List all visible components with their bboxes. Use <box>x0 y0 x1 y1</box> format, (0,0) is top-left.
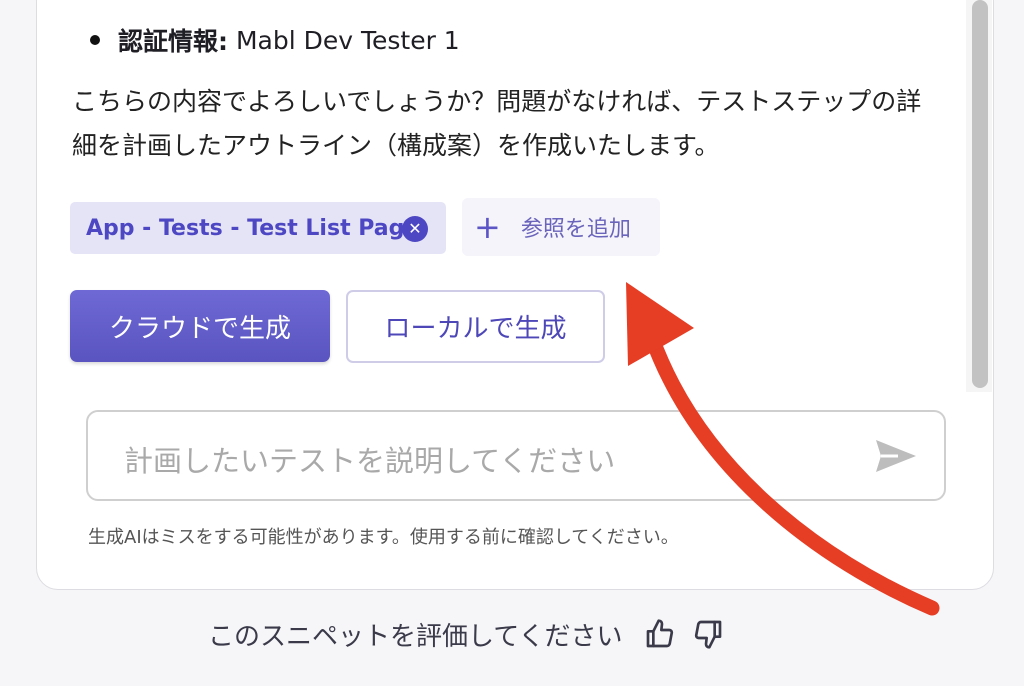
bullet-key: 認証情報: <box>118 27 228 56</box>
add-reference-button[interactable]: + 参照を追加 <box>462 198 660 256</box>
reference-chip[interactable]: App - Tests - Test List Page ✕ <box>70 202 446 254</box>
bullet-dot <box>90 35 100 45</box>
close-circle-icon[interactable]: ✕ <box>402 216 428 242</box>
generate-cloud-button[interactable]: クラウドで生成 <box>70 290 330 362</box>
auth-info-bullet: 認証情報: Mabl Dev Tester 1 <box>90 22 460 58</box>
thumbs-down-icon[interactable] <box>692 618 724 650</box>
thumbs-up-icon[interactable] <box>644 618 676 650</box>
scrollbar-thumb[interactable] <box>972 0 988 388</box>
plus-icon: + <box>474 208 501 246</box>
bullet-value: Mabl Dev Tester 1 <box>228 25 460 55</box>
add-reference-label: 参照を追加 <box>520 217 631 242</box>
rating-label: このスニペットを評価してください <box>208 621 623 652</box>
generate-local-button[interactable]: ローカルで生成 <box>346 290 605 363</box>
send-icon[interactable] <box>874 438 918 478</box>
assistant-message: こちらの内容でよろしいでしょうか？問題がなければ、テストステップの詳細を計画した… <box>72 87 922 160</box>
disclaimer-text: 生成AIはミスをする可能性があります。使用する前に確認してください。 <box>88 527 679 548</box>
rating-row: このスニペットを評価してください <box>208 614 724 654</box>
reference-chip-label: App - Tests - Test List Page <box>86 215 420 241</box>
prompt-placeholder: 計画したいテストを説明してください <box>124 444 616 478</box>
prompt-input[interactable]: 計画したいテストを説明してください <box>86 410 946 501</box>
